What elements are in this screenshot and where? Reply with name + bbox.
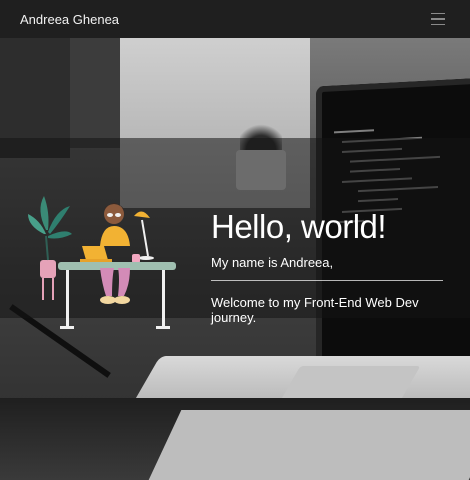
hero-welcome-text: Welcome to my Front-End Web Dev journey. (211, 295, 419, 325)
hamburger-line (431, 23, 445, 26)
hero-text: Hello, world! My name is Andreea, Welcom… (211, 210, 461, 325)
background-trackpad (279, 366, 421, 402)
hamburger-line (431, 18, 445, 20)
hamburger-menu-icon[interactable] (426, 8, 450, 30)
navbar-brand[interactable]: Andreea Ghenea (20, 12, 119, 27)
laptop-icon (82, 246, 108, 260)
background-paper (148, 410, 470, 480)
woman-at-desk-illustration (28, 196, 176, 329)
navbar: Andreea Ghenea (0, 0, 470, 38)
code-line (334, 129, 374, 134)
lamp-icon (134, 211, 154, 260)
desk-icon (58, 262, 176, 329)
hamburger-line (431, 12, 445, 15)
hero-title: Hello, world! (211, 208, 387, 245)
plant-icon (28, 196, 72, 300)
mug-icon (132, 254, 140, 263)
hero-divider (211, 280, 443, 281)
hero-subtitle: My name is Andreea, (211, 255, 334, 270)
